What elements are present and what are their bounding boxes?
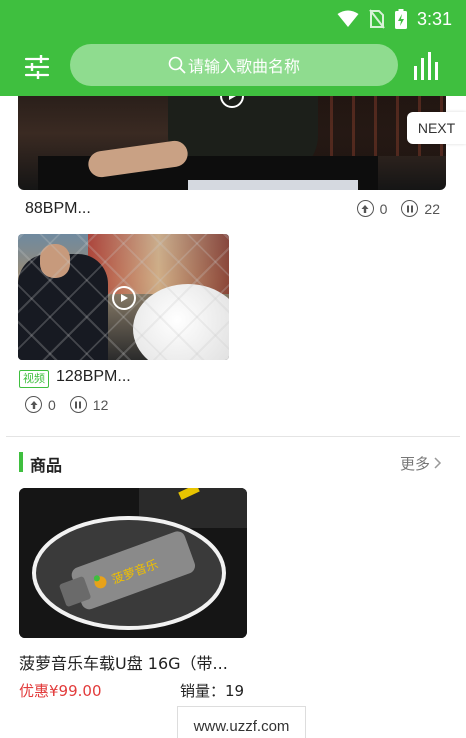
play-count: 12 [92, 396, 109, 413]
play-count: 22 [424, 200, 440, 217]
upload-icon[interactable] [25, 396, 42, 413]
battery-charging-icon [394, 9, 407, 29]
upload-icon[interactable] [356, 200, 374, 217]
next-button[interactable]: NEXT [407, 112, 466, 144]
section-title: 商品 [30, 456, 63, 475]
status-bar: 3:31 [0, 0, 466, 38]
play-icon[interactable] [112, 286, 136, 310]
like-count: 0 [379, 200, 388, 217]
product-image[interactable]: 菠萝音乐 [19, 488, 247, 638]
search-icon [168, 56, 186, 74]
no-sim-icon [369, 9, 385, 29]
equalizer-icon[interactable] [413, 50, 441, 80]
status-time: 3:31 [416, 8, 452, 29]
video-stats-1: 0 22 [356, 200, 440, 217]
search-placeholder: 请输入歌曲名称 [187, 57, 300, 76]
video-thumbnail-2[interactable] [18, 234, 229, 360]
pause-icon[interactable] [69, 396, 87, 413]
watermark: www.uzzf.com [177, 706, 306, 738]
video-title-1[interactable]: 88BPM... [25, 200, 91, 218]
more-label: 更多 [399, 455, 430, 473]
search-input[interactable]: 请输入歌曲名称 [70, 44, 398, 86]
like-count: 0 [48, 396, 56, 413]
product-price: 优惠¥99.00 [19, 682, 102, 700]
wifi-icon [337, 10, 359, 28]
chevron-right-icon [434, 455, 442, 473]
product-name[interactable]: 菠萝音乐车载U盘 16G（带... [19, 650, 228, 674]
video-badge: 视频 [19, 370, 49, 388]
video-stats-2: 0 12 [25, 396, 108, 413]
product-sales: 销量：19 [180, 682, 245, 700]
video-title-2[interactable]: 128BPM... [56, 368, 131, 386]
pause-icon[interactable] [401, 200, 419, 217]
status-icons: 3:31 [337, 7, 452, 31]
app-header: 请输入歌曲名称 [0, 38, 466, 96]
app-root: 3:31 请输入歌曲名称 NEXT 88BPM... 0 22 视频 128BP… [0, 0, 466, 738]
section-divider [6, 436, 460, 437]
filter-settings-icon[interactable] [24, 54, 50, 80]
more-link[interactable]: 更多 [400, 453, 442, 474]
video-thumbnail-1[interactable] [18, 96, 446, 190]
section-accent-bar [19, 452, 23, 472]
